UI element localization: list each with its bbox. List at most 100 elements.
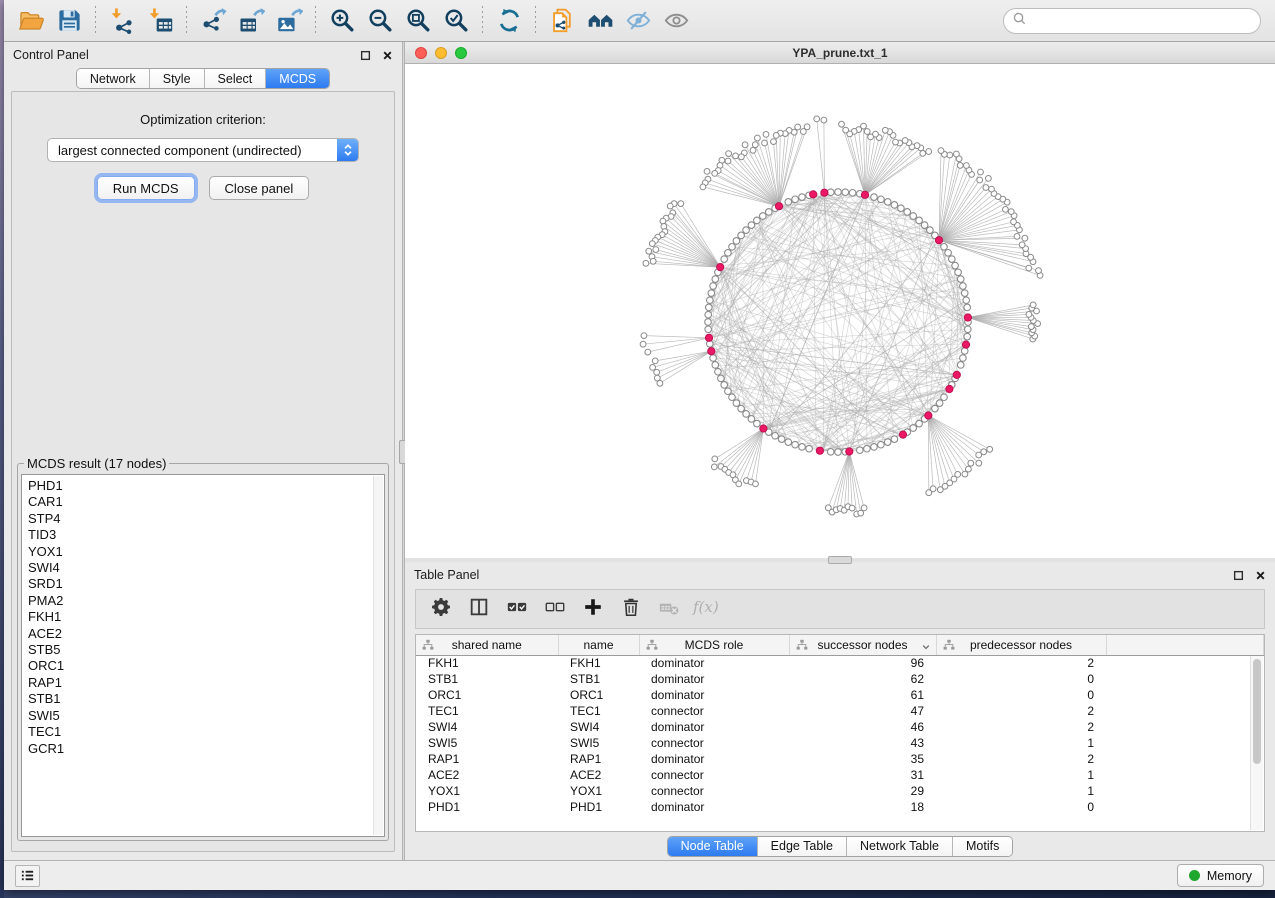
network-node[interactable]	[961, 348, 968, 355]
table-tab-edge-table[interactable]: Edge Table	[758, 837, 847, 856]
table-cell[interactable]: 0	[936, 799, 1106, 815]
network-node[interactable]	[871, 444, 878, 451]
first-neighbors-button[interactable]	[581, 4, 619, 38]
network-node[interactable]	[941, 244, 948, 251]
table-cell[interactable]: dominator	[639, 799, 789, 815]
network-node[interactable]	[738, 405, 745, 412]
network-node[interactable]	[1030, 302, 1036, 308]
network-node[interactable]	[983, 185, 989, 191]
table-cell[interactable]: dominator	[639, 655, 789, 671]
network-node[interactable]	[898, 205, 905, 212]
network-node[interactable]	[814, 116, 820, 122]
network-node[interactable]	[864, 445, 871, 452]
table-row[interactable]: PHD1PHD1dominator180	[416, 799, 1264, 815]
mcds-result-item[interactable]: PMA2	[28, 593, 384, 609]
network-node[interactable]	[952, 262, 959, 269]
network-node[interactable]	[721, 256, 728, 263]
table-cell[interactable]: SWI4	[416, 719, 558, 735]
table-cell[interactable]: dominator	[639, 687, 789, 703]
mcds-result-item[interactable]: STB5	[28, 642, 384, 658]
network-node[interactable]	[957, 276, 964, 283]
network-canvas[interactable]	[405, 64, 1275, 558]
network-node[interactable]	[712, 171, 718, 177]
table-cell[interactable]: SWI5	[416, 735, 558, 751]
network-node[interactable]	[748, 416, 755, 423]
mcds-result-item[interactable]: SWI4	[28, 560, 384, 576]
network-node[interactable]	[712, 456, 718, 462]
network-node[interactable]	[1014, 234, 1020, 240]
network-node[interactable]	[795, 124, 801, 130]
mcds-node[interactable]	[821, 189, 828, 196]
show-all-button[interactable]	[657, 4, 695, 38]
network-node[interactable]	[916, 217, 923, 224]
network-node[interactable]	[878, 196, 885, 203]
network-node[interactable]	[785, 439, 792, 446]
table-cell[interactable]: ACE2	[416, 767, 558, 783]
table-cell[interactable]: 0	[936, 671, 1106, 687]
export-network-button[interactable]	[194, 4, 232, 38]
mcds-node[interactable]	[962, 341, 969, 348]
table-cell[interactable]: 43	[789, 735, 936, 751]
network-node[interactable]	[871, 194, 878, 201]
network-node[interactable]	[733, 400, 740, 407]
optimization-criterion-select[interactable]: largest connected component (undirected)	[47, 138, 359, 162]
close-panel-button[interactable]: Close panel	[209, 176, 310, 200]
memory-button[interactable]: Memory	[1177, 864, 1264, 887]
network-node[interactable]	[708, 290, 715, 297]
network-node[interactable]	[1011, 219, 1017, 225]
network-node[interactable]	[739, 154, 745, 160]
horizontal-splitter[interactable]	[405, 558, 1275, 562]
close-panel-icon[interactable]	[1255, 570, 1266, 581]
network-node[interactable]	[718, 375, 725, 382]
network-node[interactable]	[712, 362, 719, 369]
export-image-button[interactable]	[270, 4, 308, 38]
close-panel-icon[interactable]	[382, 50, 393, 61]
table-row[interactable]: SWI4SWI4dominator462	[416, 719, 1264, 735]
network-node[interactable]	[927, 227, 934, 234]
network-node[interactable]	[1026, 312, 1032, 318]
table-cell[interactable]: 1	[936, 767, 1106, 783]
mcds-node[interactable]	[810, 191, 817, 198]
mcds-node[interactable]	[816, 447, 823, 454]
network-node[interactable]	[721, 382, 728, 389]
network-node[interactable]	[799, 194, 806, 201]
select-all-rows-button[interactable]	[500, 593, 533, 625]
column-header-predecessor-nodes[interactable]: predecessor nodes	[936, 635, 1106, 655]
network-node[interactable]	[884, 199, 891, 206]
refresh-button[interactable]	[490, 4, 528, 38]
network-node[interactable]	[660, 218, 666, 224]
mcds-node[interactable]	[899, 431, 906, 438]
table-cell[interactable]: PHD1	[416, 799, 558, 815]
table-cell[interactable]: FKH1	[558, 655, 639, 671]
network-node[interactable]	[857, 447, 864, 454]
table-row[interactable]: RAP1RAP1dominator352	[416, 751, 1264, 767]
network-node[interactable]	[743, 227, 750, 234]
network-node[interactable]	[904, 209, 911, 216]
column-header-name[interactable]: name	[558, 635, 639, 655]
network-node[interactable]	[843, 127, 849, 133]
network-node[interactable]	[792, 196, 799, 203]
network-node[interactable]	[916, 420, 923, 427]
maximize-traffic-light[interactable]	[455, 47, 467, 59]
minimize-traffic-light[interactable]	[435, 47, 447, 59]
table-cell[interactable]: TEC1	[416, 703, 558, 719]
mcds-result-item[interactable]: GCR1	[28, 741, 384, 757]
table-cell[interactable]: 47	[789, 703, 936, 719]
network-node[interactable]	[738, 232, 745, 239]
network-node[interactable]	[882, 127, 888, 133]
table-cell[interactable]: RAP1	[416, 751, 558, 767]
table-cell[interactable]: 1	[936, 735, 1106, 751]
mcds-node[interactable]	[946, 385, 953, 392]
network-node[interactable]	[955, 269, 962, 276]
network-node[interactable]	[645, 349, 651, 355]
network-node[interactable]	[932, 405, 939, 412]
float-panel-icon[interactable]	[360, 50, 371, 61]
network-node[interactable]	[921, 222, 928, 229]
network-node[interactable]	[902, 138, 908, 144]
task-history-button[interactable]	[15, 865, 40, 887]
table-row[interactable]: FKH1FKH1dominator962	[416, 655, 1264, 671]
import-table-button[interactable]	[141, 4, 179, 38]
mcds-result-item[interactable]: YOX1	[28, 544, 384, 560]
network-node[interactable]	[849, 505, 855, 511]
mcds-node[interactable]	[935, 237, 942, 244]
